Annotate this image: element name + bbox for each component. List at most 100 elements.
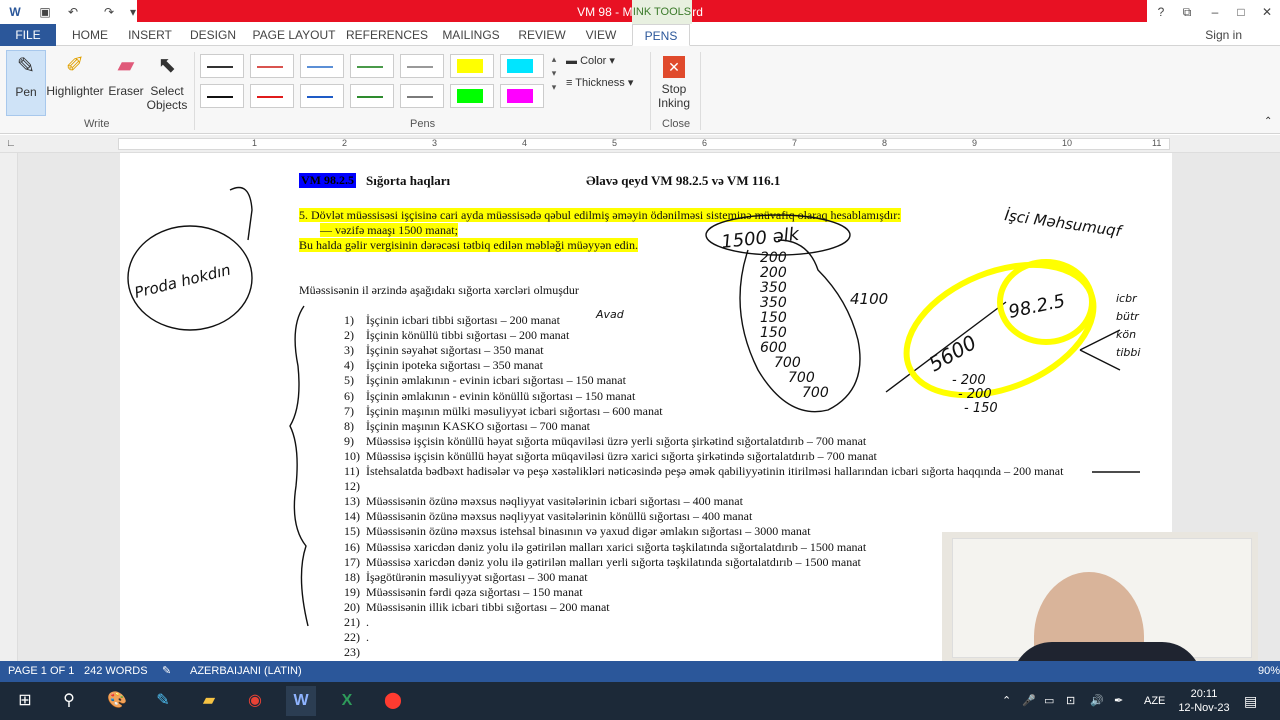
list-item-text: Müəssisənin özünə məxsus istehsal binası… bbox=[366, 524, 811, 539]
tab-file[interactable]: FILE bbox=[0, 24, 56, 46]
ruler-number: 9 bbox=[972, 138, 978, 148]
tab-page-layout[interactable]: PAGE LAYOUT bbox=[250, 24, 338, 46]
tab-view[interactable]: VIEW bbox=[578, 24, 624, 46]
minimize-button[interactable]: – bbox=[1204, 2, 1226, 22]
word-count[interactable]: 242 WORDS bbox=[84, 661, 148, 682]
pen-swatch[interactable] bbox=[200, 84, 244, 108]
vertical-ruler[interactable] bbox=[0, 153, 18, 661]
pen-swatch[interactable] bbox=[200, 54, 244, 78]
thickness-icon: ≡ bbox=[566, 77, 576, 89]
highlight-line-1: 5. Dövlət müəssisəsi işçisinə cari ayda … bbox=[299, 208, 901, 222]
select-objects-button[interactable]: ⬉ Select Objects bbox=[146, 50, 188, 112]
pen-swatch[interactable] bbox=[300, 54, 344, 78]
thickness-dropdown[interactable]: ≡ Thickness ▾ bbox=[566, 76, 633, 89]
tab-review[interactable]: REVIEW bbox=[514, 24, 570, 46]
pen-swatch[interactable] bbox=[450, 84, 494, 108]
pen-swatch[interactable] bbox=[400, 84, 444, 108]
sign-in-link[interactable]: Sign in bbox=[1205, 24, 1242, 46]
help-icon[interactable]: ? bbox=[1150, 2, 1172, 22]
pen-swatch[interactable] bbox=[350, 54, 394, 78]
proofing-icon[interactable]: ✎ bbox=[162, 661, 171, 682]
ribbon-tabs: FILE HOME INSERT DESIGN PAGE LAYOUT REFE… bbox=[0, 24, 1280, 46]
ribbon-display-icon[interactable]: ⧉ bbox=[1176, 2, 1198, 22]
pen-swatch[interactable] bbox=[500, 84, 544, 108]
tray-chevron-icon[interactable]: ⌃ bbox=[1002, 682, 1011, 720]
ink-tools-label: INK TOOLS bbox=[632, 0, 692, 24]
pen-stroke-preview bbox=[207, 66, 233, 68]
clock[interactable]: 20:11 12-Nov-23 bbox=[1176, 687, 1232, 715]
list-item-number: 22) bbox=[344, 630, 360, 645]
pen-swatch[interactable] bbox=[500, 54, 544, 78]
list-item-text: Müəssisənin özünə məxsus nəqliyyat vasit… bbox=[366, 494, 743, 509]
ruler-band bbox=[118, 138, 1170, 150]
ruler-number: 2 bbox=[342, 138, 348, 148]
list-item-text: İstehsalatda bədbəxt hadisələr və peşə x… bbox=[366, 464, 1064, 478]
gallery-scroll[interactable]: ▴ ▾ ▾ bbox=[548, 52, 560, 94]
file-explorer-icon[interactable]: ▰ bbox=[194, 686, 224, 716]
color-dropdown[interactable]: ▬ Color ▾ bbox=[566, 54, 615, 67]
eraser-button[interactable]: ▰ Eraser bbox=[106, 50, 146, 98]
intro-text: Müəssisənin il ərzində aşağıdakı sığorta… bbox=[299, 283, 579, 297]
list-item: 7) İşçinin maşının mülki məsuliyyət icbar… bbox=[344, 404, 663, 419]
highlighter-button[interactable]: ✐ Highlighter bbox=[46, 50, 104, 98]
list-item: 1) İşçinin icbari tibbi sığortası – 200 m… bbox=[344, 313, 560, 328]
chrome-icon[interactable]: ◉ bbox=[240, 686, 270, 716]
list-item-text: İşçinin maşının KASKO sığortası – 700 ma… bbox=[366, 418, 590, 433]
list-item-number: 15) bbox=[344, 524, 360, 539]
pen-swatch[interactable] bbox=[350, 84, 394, 108]
word-taskbar-icon[interactable]: W bbox=[286, 686, 316, 716]
tab-references[interactable]: REFERENCES bbox=[346, 24, 428, 46]
battery-icon[interactable]: ▭ bbox=[1044, 682, 1054, 720]
list-item-number: 10) bbox=[344, 448, 360, 463]
notes-icon[interactable]: ✎ bbox=[148, 686, 178, 716]
maximize-button[interactable]: □ bbox=[1230, 2, 1252, 22]
pen-swatch[interactable] bbox=[400, 54, 444, 78]
pen-swatch[interactable] bbox=[250, 84, 294, 108]
page-count[interactable]: PAGE 1 OF 1 bbox=[8, 661, 74, 682]
volume-icon[interactable]: 🔊 bbox=[1090, 682, 1104, 720]
list-item-text: . bbox=[366, 615, 369, 629]
collapse-ribbon-icon[interactable]: ⌃ bbox=[1264, 116, 1272, 127]
stop-inking-button[interactable]: ✕ Stop Inking bbox=[654, 50, 694, 110]
list-item: 20) Müəssisənin illik icbari tibbi sığort… bbox=[344, 600, 610, 615]
list-item-text: İşçinin əmlakının - evinin könüllü sığor… bbox=[366, 388, 636, 403]
highlight-line-3: Bu halda gəlir vergisinin dərəcəsi tətbi… bbox=[299, 238, 639, 252]
list-item: 8) İşçinin maşının KASKO sığortası – 700 … bbox=[344, 419, 590, 434]
highlighter-icon: ✐ bbox=[65, 52, 85, 77]
horizontal-ruler[interactable]: 1 2 3 4 5 6 7 8 9 10 11 ∟ bbox=[0, 135, 1280, 153]
mic-icon[interactable]: 🎤 bbox=[1022, 682, 1036, 720]
tab-home[interactable]: HOME bbox=[64, 24, 116, 46]
pen-swatch[interactable] bbox=[450, 54, 494, 78]
list-item-text: Müəssisə xaricdən dəniz yolu ilə gətiril… bbox=[366, 554, 861, 569]
paint-icon[interactable]: 🎨 bbox=[102, 686, 132, 716]
start-icon[interactable]: ⊞ bbox=[10, 686, 40, 716]
pen-swatch[interactable] bbox=[250, 54, 294, 78]
pen-swatch[interactable] bbox=[300, 84, 344, 108]
list-item: 12) bbox=[344, 479, 366, 494]
pen-button[interactable]: ✎ Pen bbox=[6, 50, 46, 116]
tab-insert[interactable]: INSERT bbox=[124, 24, 176, 46]
stop-inking-label: Stop Inking bbox=[657, 82, 691, 110]
pen-tray-icon[interactable]: ✒ bbox=[1114, 682, 1123, 720]
tab-mailings[interactable]: MAILINGS bbox=[438, 24, 504, 46]
close-button[interactable]: ✕ bbox=[1256, 2, 1278, 22]
tab-design[interactable]: DESIGN bbox=[186, 24, 240, 46]
input-language[interactable]: AZE bbox=[1144, 682, 1165, 720]
ruler-number: 1 bbox=[252, 138, 258, 148]
pen-stroke-preview bbox=[257, 96, 283, 98]
list-item: 17) Müəssisə xaricdən dəniz yolu ilə gəti… bbox=[344, 555, 861, 570]
notifications-icon[interactable]: ▤ bbox=[1244, 682, 1257, 720]
list-item-number: 17) bbox=[344, 554, 360, 569]
recorder-icon[interactable]: ⬤ bbox=[378, 686, 408, 716]
search-icon[interactable]: ⚲ bbox=[54, 686, 84, 716]
group-separator bbox=[650, 52, 651, 130]
network-icon[interactable]: ⊡ bbox=[1066, 682, 1075, 720]
ruler-number: 5 bbox=[612, 138, 618, 148]
language-indicator[interactable]: AZERBAIJANI (LATIN) bbox=[190, 661, 302, 682]
ribbon: ✎ Pen ✐ Highlighter ▰ Eraser ⬉ Select Ob… bbox=[0, 46, 1280, 134]
pen-stroke-preview bbox=[357, 96, 383, 98]
tab-selector-icon[interactable]: ∟ bbox=[6, 138, 16, 149]
zoom-level[interactable]: 90% bbox=[1258, 661, 1280, 682]
tab-pens[interactable]: PENS bbox=[632, 24, 690, 46]
excel-taskbar-icon[interactable]: X bbox=[332, 686, 362, 716]
